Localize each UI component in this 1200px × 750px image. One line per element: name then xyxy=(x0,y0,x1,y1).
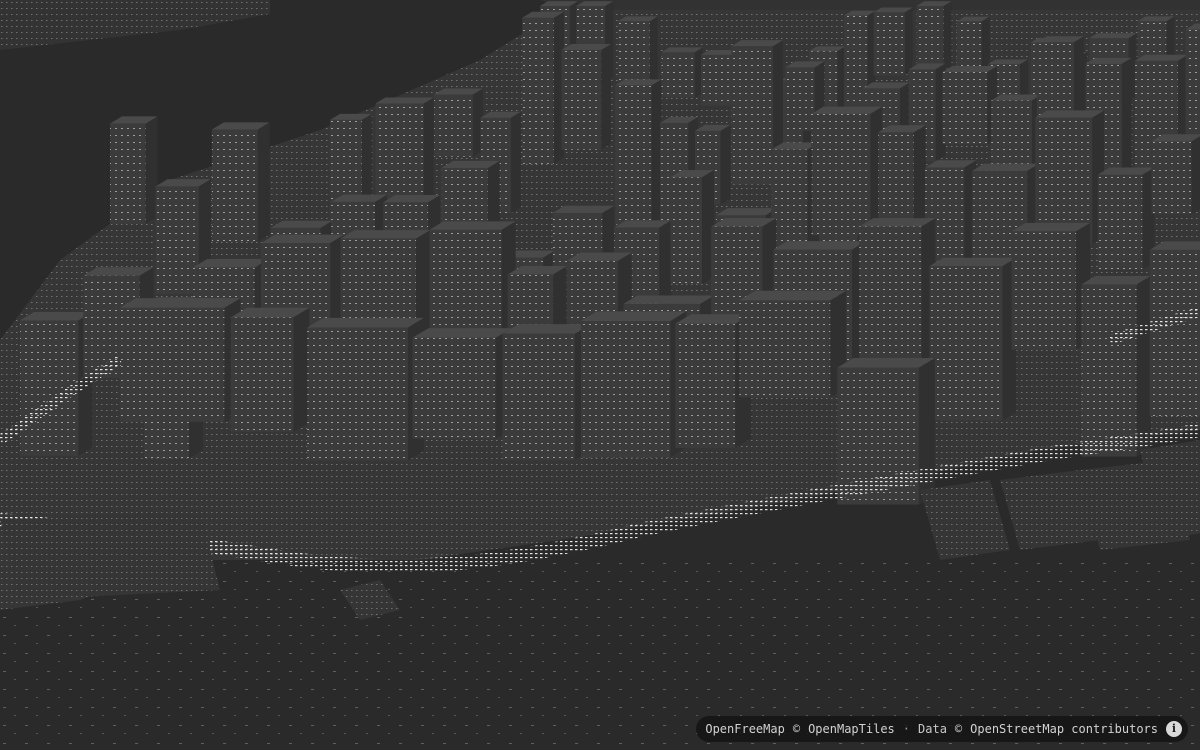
attribution-separator: · xyxy=(902,722,911,736)
building xyxy=(211,122,270,242)
data-label: Data xyxy=(918,722,947,736)
building xyxy=(929,257,1017,421)
building xyxy=(661,47,703,98)
openfreemap-link[interactable]: OpenFreeMap xyxy=(705,722,784,736)
building xyxy=(1011,222,1091,350)
info-icon[interactable]: i xyxy=(1166,721,1182,737)
map-attribution: OpenFreeMap © OpenMapTiles · Data © Open… xyxy=(696,716,1188,742)
building xyxy=(434,88,483,157)
building xyxy=(307,317,424,461)
building xyxy=(739,290,847,398)
building xyxy=(811,106,883,236)
building xyxy=(110,116,158,225)
building xyxy=(859,218,936,364)
data-copyright-sign: © xyxy=(954,722,963,736)
building xyxy=(412,328,512,439)
map-canvas[interactable] xyxy=(0,0,1200,750)
building xyxy=(580,311,687,458)
copyright-sign: © xyxy=(792,722,801,736)
pier-texture xyxy=(0,510,220,600)
building xyxy=(522,11,564,164)
building xyxy=(942,65,998,145)
building xyxy=(120,298,241,422)
building xyxy=(561,43,612,150)
openstreetmap-link[interactable]: OpenStreetMap contributors xyxy=(970,722,1158,736)
building xyxy=(1151,134,1200,215)
building xyxy=(1097,167,1155,270)
building xyxy=(615,79,662,224)
building xyxy=(991,94,1042,169)
building xyxy=(916,1,952,71)
building xyxy=(502,324,591,461)
building xyxy=(230,307,310,432)
building xyxy=(1081,275,1151,457)
building xyxy=(873,7,913,76)
map-viewport[interactable]: OpenFreeMap © OpenMapTiles · Data © Open… xyxy=(0,0,1200,750)
openmaptiles-link[interactable]: OpenMapTiles xyxy=(808,722,895,736)
building xyxy=(670,170,714,285)
building xyxy=(617,16,658,90)
